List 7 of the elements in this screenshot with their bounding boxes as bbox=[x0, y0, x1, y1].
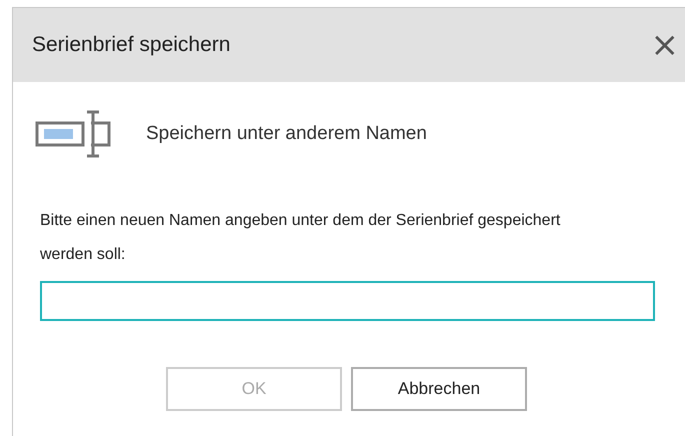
name-input-field[interactable] bbox=[40, 281, 655, 321]
cancel-button[interactable]: Abbrechen bbox=[351, 367, 527, 411]
rename-icon bbox=[35, 110, 113, 158]
window-title: Serienbrief speichern bbox=[32, 33, 230, 57]
close-button[interactable]: × bbox=[644, 28, 685, 62]
dialog-heading: Speichern unter anderem Namen bbox=[146, 123, 427, 145]
prompt-text: Bitte einen neuen Namen angeben unter dem der Serienbrief gespeichert werden soll: bbox=[40, 211, 562, 265]
